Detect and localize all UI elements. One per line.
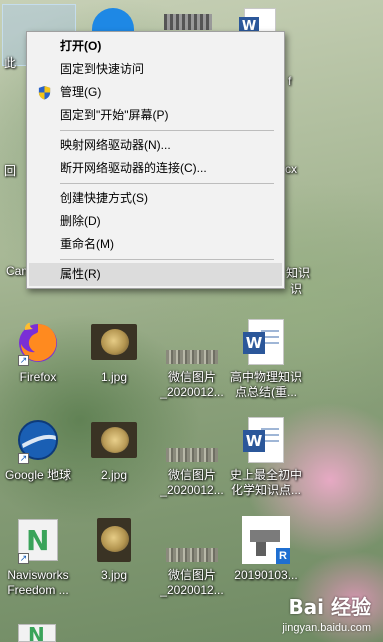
menu-item-label: 属性(R) — [60, 267, 101, 281]
menu-item-label: 删除(D) — [60, 214, 101, 228]
desktop-icon-1jpg[interactable]: 1.jpg — [76, 318, 152, 385]
menu-item-delete[interactable]: 删除(D) — [27, 210, 284, 233]
shortcut-arrow-icon: ↗ — [18, 553, 29, 564]
revit-file-icon: R — [242, 516, 290, 564]
image-thumbnail — [91, 422, 137, 458]
menu-item-label: 断开网络驱动器的连接(C)... — [60, 161, 207, 175]
menu-item-pin-quick-access[interactable]: 固定到快速访问 — [27, 58, 284, 81]
doc-label-peek-2: cx — [285, 162, 297, 176]
icon-label: 微信图片 _2020012... — [160, 568, 224, 597]
menu-item-disconnect-network-drive[interactable]: 断开网络驱动器的连接(C)... — [27, 157, 284, 180]
desktop-icon-wechat-image-1[interactable]: 微信图片 _2020012... — [154, 318, 230, 400]
menu-item-label: 管理(G) — [60, 85, 102, 99]
menu-separator — [60, 130, 274, 131]
desktop-icon-google-earth[interactable]: ↗ Google 地球 — [0, 416, 76, 483]
this-pc-label-peek: 此 — [4, 56, 17, 70]
menu-item-label: 创建快捷方式(S) — [60, 191, 148, 205]
icon-label: 3.jpg — [100, 568, 128, 582]
shortcut-arrow-icon: ↗ — [18, 453, 29, 464]
menu-separator — [60, 259, 274, 260]
icon-label: 微信图片 _2020012... — [160, 370, 224, 399]
doc-label-peek-3: 知识 — [286, 266, 311, 280]
edge-icon-peek[interactable] — [92, 8, 134, 32]
uac-shield-icon — [38, 85, 51, 100]
menu-separator — [60, 183, 274, 184]
image-thumbnail — [91, 324, 137, 360]
menu-item-label: 固定到快速访问 — [60, 62, 145, 76]
baidu-jingyan-watermark: Bai 经验 jingyan.baidu.com — [282, 591, 371, 634]
desktop-icon-wechat-image-3[interactable]: 微信图片 _2020012... — [154, 516, 230, 598]
word-doc-icon: W — [243, 319, 284, 365]
desktop-icon-physics-doc[interactable]: W 高中物理知识 点总结(重... — [228, 318, 304, 400]
menu-item-pin-start[interactable]: 固定到"开始"屏幕(P) — [27, 104, 284, 127]
icon-label: Navisworks Freedom ... — [7, 568, 69, 597]
menu-item-label: 映射网络驱动器(N)... — [60, 138, 171, 152]
icon-label: 20190103... — [234, 568, 298, 582]
desktop-icon-3jpg[interactable]: 3.jpg — [76, 516, 152, 583]
photo-icon-peek[interactable] — [164, 14, 212, 30]
menu-item-manage[interactable]: 管理(G) — [27, 81, 284, 104]
icon-label: Firefox — [19, 370, 57, 384]
icon-label: 2.jpg — [100, 468, 128, 482]
icon-label: 史上最全初中 化学知识点... — [229, 468, 302, 497]
menu-item-rename[interactable]: 重命名(M) — [27, 233, 284, 256]
context-menu: 打开(O) 固定到快速访问 管理(G) 固定到"开始"屏幕(P) 映射网络驱动器… — [26, 31, 285, 289]
watermark-brand: Bai 经验 — [288, 595, 371, 619]
image-thumbnail — [166, 448, 218, 462]
watermark-site: jingyan.baidu.com — [282, 622, 371, 634]
menu-item-label: 打开(O) — [60, 39, 102, 53]
shortcut-arrow-icon: ↗ — [18, 355, 29, 366]
word-doc-icon: W — [243, 417, 284, 463]
desktop-icon-firefox[interactable]: ↗ Firefox — [0, 318, 76, 385]
navisworks-icon-partial[interactable]: N — [18, 624, 56, 642]
menu-item-map-network-drive[interactable]: 映射网络驱动器(N)... — [27, 134, 284, 157]
icon-label: 1.jpg — [100, 370, 128, 384]
image-thumbnail — [166, 548, 218, 562]
recycle-bin-label-peek: 回 — [4, 164, 17, 178]
menu-item-create-shortcut[interactable]: 创建快捷方式(S) — [27, 187, 284, 210]
desktop-icon-chemistry-doc[interactable]: W 史上最全初中 化学知识点... — [228, 416, 304, 498]
image-thumbnail — [97, 518, 131, 562]
icon-label: 高中物理知识 点总结(重... — [229, 370, 302, 399]
desktop-icon-navisworks[interactable]: N ↗ Navisworks Freedom ... — [0, 516, 76, 598]
menu-item-label: 重命名(M) — [60, 237, 114, 251]
icon-label: Google 地球 — [4, 468, 72, 482]
desktop-icon-wechat-image-2[interactable]: 微信图片 _2020012... — [154, 416, 230, 498]
doc-label-peek-1: f — [288, 74, 292, 88]
desktop-icon-2jpg[interactable]: 2.jpg — [76, 416, 152, 483]
desktop-icon-revit-file[interactable]: R 20190103... — [228, 516, 304, 583]
icon-label: 微信图片 _2020012... — [160, 468, 224, 497]
image-thumbnail — [166, 350, 218, 364]
doc-label-peek-4: 识 — [290, 282, 303, 296]
menu-item-open[interactable]: 打开(O) — [27, 35, 284, 58]
menu-item-label: 固定到"开始"屏幕(P) — [60, 108, 169, 122]
menu-item-properties[interactable]: 属性(R) — [29, 263, 282, 286]
